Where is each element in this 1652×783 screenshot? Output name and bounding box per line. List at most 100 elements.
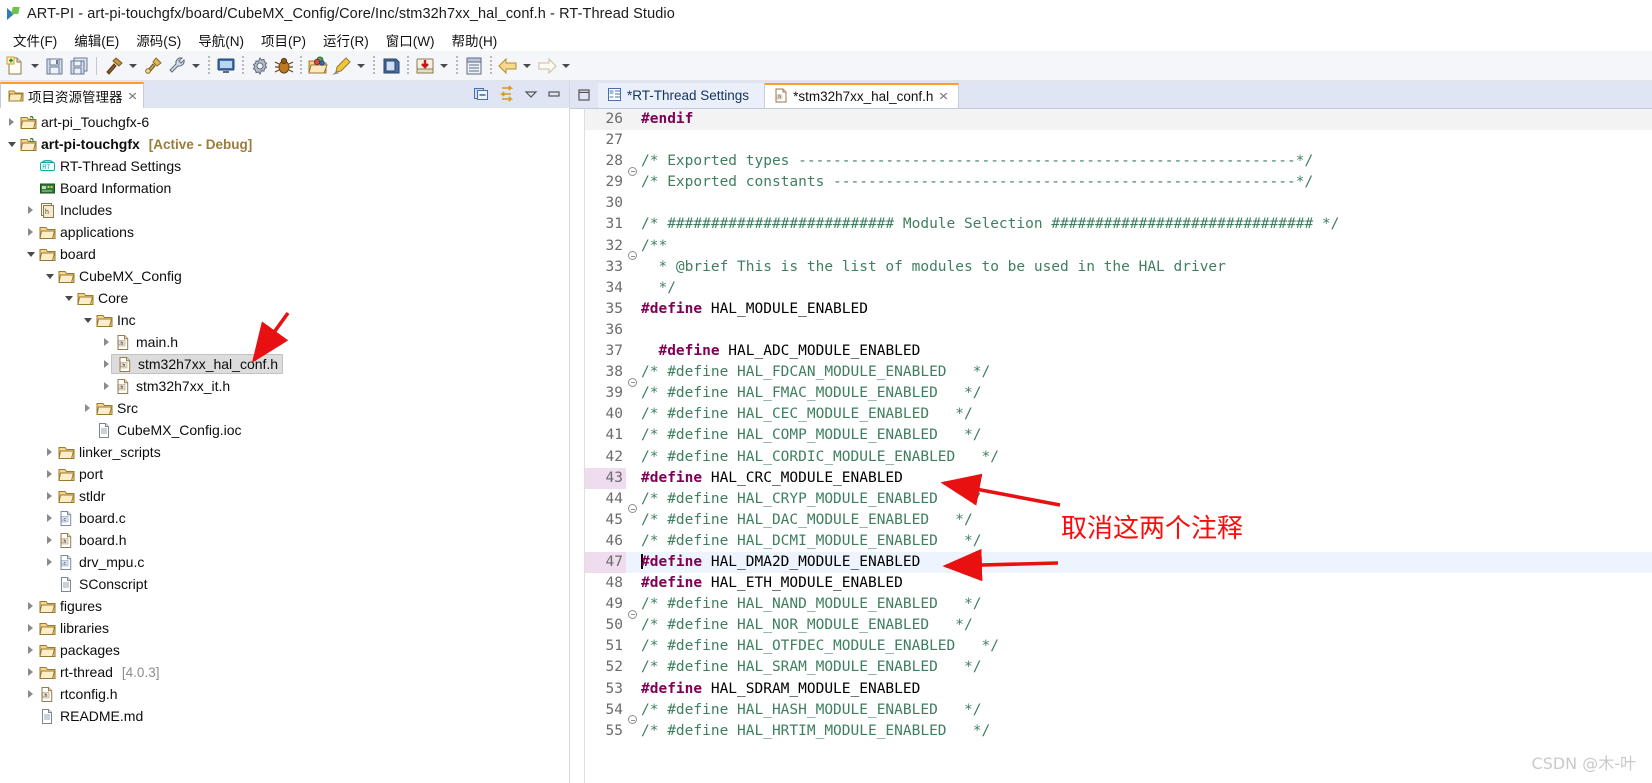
minimize-icon[interactable] [547, 87, 561, 104]
chevron-right-icon[interactable] [42, 508, 57, 528]
tree-item-board[interactable]: board [0, 243, 569, 265]
code-line[interactable]: 26 #endif [585, 109, 1652, 131]
tab-project-explorer[interactable]: 项目资源管理器 ✕ [0, 82, 144, 108]
code-line[interactable]: 52 /* #define HAL_SRAM_MODULE_ENABLED */ [585, 657, 1652, 678]
code-line[interactable]: 49 /* #define HAL_NAND_MODULE_ENABLED */ [585, 594, 1652, 619]
new-file-dropdown[interactable] [28, 55, 41, 77]
back-dropdown[interactable] [520, 55, 533, 77]
chevron-right-icon[interactable] [23, 222, 38, 242]
code-line[interactable]: 47 #define HAL_DMA2D_MODULE_ENABLED [585, 551, 1652, 574]
menu-window[interactable]: 窗口(W) [378, 28, 444, 52]
menu-source[interactable]: 源码(S) [128, 28, 190, 52]
tree-item-rt-thread-settings[interactable]: RT RT-Thread Settings [0, 155, 569, 177]
tree-item-stldr[interactable]: stldr [0, 485, 569, 507]
code-line[interactable]: 35 #define HAL_MODULE_ENABLED [585, 299, 1652, 320]
tree-item-sconscript[interactable]: SConscript [0, 573, 569, 595]
code-lines[interactable]: 26 #endif 27 28 /* Exported types ----------… [585, 109, 1652, 783]
tree-item-stm32h7xx-it-h[interactable]: .h stm32h7xx_it.h [0, 375, 569, 397]
tree-item-applications[interactable]: applications [0, 221, 569, 243]
tab-rt-thread-settings[interactable]: *RT-Thread Settings [598, 83, 766, 108]
chevron-right-icon[interactable] [42, 486, 57, 506]
link-editor-icon[interactable] [498, 85, 515, 105]
editor-restore-icon[interactable] [570, 82, 598, 108]
code-line[interactable]: 37 #define HAL_ADC_MODULE_ENABLED [585, 341, 1652, 362]
chevron-right-icon[interactable] [23, 618, 38, 638]
terminal-icon[interactable] [215, 55, 237, 77]
code-line[interactable]: 50 /* #define HAL_NOR_MODULE_ENABLED */ [585, 615, 1652, 636]
chevron-right-icon[interactable] [42, 530, 57, 550]
code-line[interactable]: 34 */ [585, 278, 1652, 299]
close-icon[interactable]: ✕ [939, 90, 950, 103]
code-line[interactable]: 45 /* #define HAL_DAC_MODULE_ENABLED */ [585, 510, 1652, 531]
view-menu-icon[interactable] [524, 87, 538, 104]
forward-arrow-icon[interactable] [536, 55, 558, 77]
open-package-icon[interactable] [307, 55, 329, 77]
tree-item-board-information[interactable]: Board Information [0, 177, 569, 199]
build-hammer-icon[interactable] [103, 55, 125, 77]
tree-item-readme-md[interactable]: README.md [0, 705, 569, 727]
gear-icon[interactable] [249, 55, 271, 77]
sdk-manager-icon[interactable] [380, 55, 402, 77]
settings-wrench-icon[interactable] [166, 55, 188, 77]
chevron-down-icon[interactable] [23, 244, 38, 264]
chevron-right-icon[interactable] [99, 376, 114, 396]
import-dropdown[interactable] [437, 55, 450, 77]
tree-item-main-h[interactable]: .h main.h [0, 331, 569, 353]
chevron-right-icon[interactable] [4, 112, 19, 132]
code-line[interactable]: 39 /* #define HAL_FMAC_MODULE_ENABLED */ [585, 383, 1652, 404]
code-line[interactable]: 41 /* #define HAL_COMP_MODULE_ENABLED */ [585, 425, 1652, 446]
tree-item-port[interactable]: port [0, 463, 569, 485]
code-line[interactable]: 33 * @brief This is the list of modules … [585, 257, 1652, 278]
code-line[interactable]: 53 #define HAL_SDRAM_MODULE_ENABLED [585, 679, 1652, 700]
menu-navigate[interactable]: 导航(N) [190, 28, 253, 52]
code-line[interactable]: 43 #define HAL_CRC_MODULE_ENABLED [585, 467, 1652, 489]
code-line[interactable]: 32 /** [585, 236, 1652, 261]
code-editor[interactable]: 26 #endif 27 28 /* Exported types ----------… [570, 109, 1652, 783]
code-line[interactable]: 38 /* #define HAL_FDCAN_MODULE_ENABLED */ [585, 362, 1652, 387]
chevron-right-icon[interactable] [23, 200, 38, 220]
code-line[interactable]: 54 /* #define HAL_HASH_MODULE_ENABLED */ [585, 700, 1652, 725]
settings-dropdown[interactable] [189, 55, 202, 77]
clean-icon[interactable] [142, 55, 164, 77]
code-line[interactable]: 28 /* Exported types --------------------… [585, 151, 1652, 176]
chevron-down-icon[interactable] [42, 266, 57, 286]
code-line[interactable]: 27 [585, 130, 1652, 151]
forward-dropdown[interactable] [559, 55, 572, 77]
save-all-icon[interactable] [68, 55, 90, 77]
code-line[interactable]: 29 /* Exported constants ----------------… [585, 172, 1652, 193]
save-icon[interactable] [44, 55, 66, 77]
code-line[interactable]: 48 #define HAL_ETH_MODULE_ENABLED [585, 573, 1652, 594]
chevron-right-icon[interactable] [42, 464, 57, 484]
flash-dropdown[interactable] [354, 55, 367, 77]
menu-project[interactable]: 项目(P) [253, 28, 315, 52]
code-line[interactable]: 51 /* #define HAL_OTFDEC_MODULE_ENABLED *… [585, 636, 1652, 657]
tree-item-libraries[interactable]: libraries [0, 617, 569, 639]
code-line[interactable]: 40 /* #define HAL_CEC_MODULE_ENABLED */ [585, 404, 1652, 425]
close-icon[interactable]: ✕ [127, 90, 138, 103]
code-line[interactable]: 30 [585, 193, 1652, 214]
tree-item-figures[interactable]: figures [0, 595, 569, 617]
chevron-right-icon[interactable] [23, 596, 38, 616]
tree-item-rt-thread[interactable]: rt-thread [4.0.3] [0, 661, 569, 683]
tab-stm32h7xx-hal-conf[interactable]: .h *stm32h7xx_hal_conf.h ✕ [765, 83, 959, 108]
tree-item-inc[interactable]: Inc [0, 309, 569, 331]
tree-item-stm32h7xx-hal-conf-h[interactable]: .h stm32h7xx_hal_conf.h [0, 353, 569, 375]
chevron-down-icon[interactable] [4, 134, 19, 154]
build-dropdown[interactable] [126, 55, 139, 77]
new-file-icon[interactable] [5, 55, 27, 77]
tree-item-art-pi-touchgfx[interactable]: Cart-pi-touchgfx [Active - Debug] [0, 133, 569, 155]
chevron-right-icon[interactable] [42, 442, 57, 462]
code-line[interactable]: 31 /* ########################## Module S… [585, 214, 1652, 235]
menu-file[interactable]: 文件(F) [5, 28, 66, 52]
menu-edit[interactable]: 编辑(E) [66, 28, 128, 52]
editor-marker-bar[interactable] [570, 109, 585, 783]
project-tree[interactable]: Cart-pi_Touchgfx-6 Cart-pi-touchgfx [Activ… [0, 108, 569, 783]
tree-item-art-pi-touchgfx-6[interactable]: Cart-pi_Touchgfx-6 [0, 111, 569, 133]
tree-item-packages[interactable]: packages [0, 639, 569, 661]
debug-bug-icon[interactable] [273, 55, 295, 77]
tree-item-board-h[interactable]: .h board.h [0, 529, 569, 551]
tree-item-src[interactable]: Src [0, 397, 569, 419]
chevron-right-icon[interactable] [23, 684, 38, 704]
code-line[interactable]: 55 /* #define HAL_HRTIM_MODULE_ENABLED */ [585, 721, 1652, 742]
menu-run[interactable]: 运行(R) [315, 28, 378, 52]
